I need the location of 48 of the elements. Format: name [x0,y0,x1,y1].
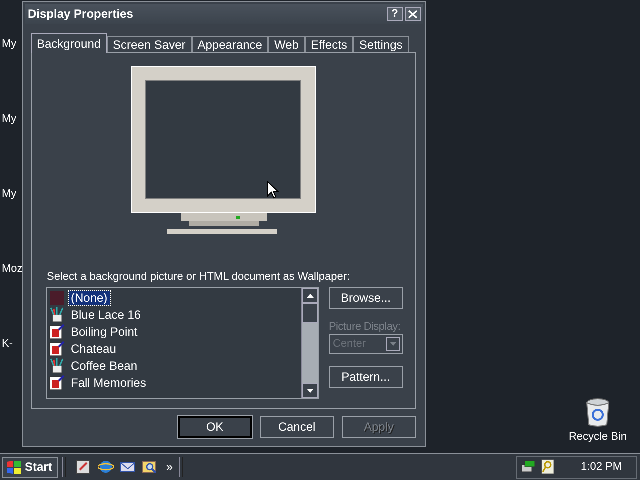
folder-search-icon[interactable] [142,459,158,475]
help-button[interactable]: ? [387,7,403,21]
document-icon[interactable] [76,459,92,475]
desktop-icon-label[interactable]: My [2,38,17,50]
tab[interactable]: Screen Saver [107,36,192,52]
browse-button[interactable]: Browse... [329,287,403,309]
tab[interactable]: Web [268,36,305,52]
key-icon[interactable] [541,459,556,475]
desktop-icon-label[interactable]: Moz [2,263,23,275]
close-button[interactable] [405,7,421,21]
document-icon [49,324,65,340]
up-arrow-icon[interactable] [306,294,314,298]
paint-brushes-icon [49,358,65,374]
globe-icon[interactable] [98,459,114,475]
tab[interactable]: Background [31,33,108,53]
windows-logo-icon [6,460,22,474]
wallpaper-label: Select a background picture or HTML document as Wallpaper: [47,271,352,283]
down-arrow-icon[interactable] [306,388,314,392]
mouse-pointer-icon [267,181,279,200]
more-button[interactable]: » [164,460,176,474]
dialog-button[interactable]: OK [178,416,252,438]
wallpaper-list-item[interactable]: Coffee Bean [69,358,140,372]
wallpaper-list-item[interactable]: Blue Lace 16 [69,308,144,322]
scrollbar[interactable] [301,288,318,398]
tab[interactable]: Effects [304,36,354,52]
recycle-bin-icon[interactable] [584,398,612,428]
document-icon [49,340,65,356]
window-title: Display Properties [28,7,134,21]
document-icon [49,374,65,390]
paint-brushes-icon [49,306,65,322]
pattern-button[interactable]: Pattern... [329,366,403,388]
start-button[interactable]: Start [2,456,58,478]
desktop-icon-label[interactable]: My [2,188,17,200]
network-icon[interactable] [521,459,538,475]
tab[interactable]: Appearance [192,36,268,52]
desktop-icon-label[interactable]: My [2,113,17,125]
dialog-button[interactable]: Cancel [260,416,334,438]
recycle-bin-label[interactable]: Recycle Bin [568,431,628,443]
scrollbar-thumb[interactable] [302,303,318,323]
picture-display-label: Picture Display: [329,321,402,333]
clock: 1:02 PM [581,461,622,473]
wallpaper-list-item[interactable]: Boiling Point [69,324,140,338]
blank-icon [49,290,65,306]
wallpaper-list-item[interactable]: Chateau [69,342,118,356]
wallpaper-list-item[interactable]: (None) [69,290,110,304]
desktop-icon-label[interactable]: K- [2,338,13,350]
wallpaper-list-item[interactable]: Fall Memories [69,376,148,390]
tab[interactable]: Settings [353,36,409,52]
